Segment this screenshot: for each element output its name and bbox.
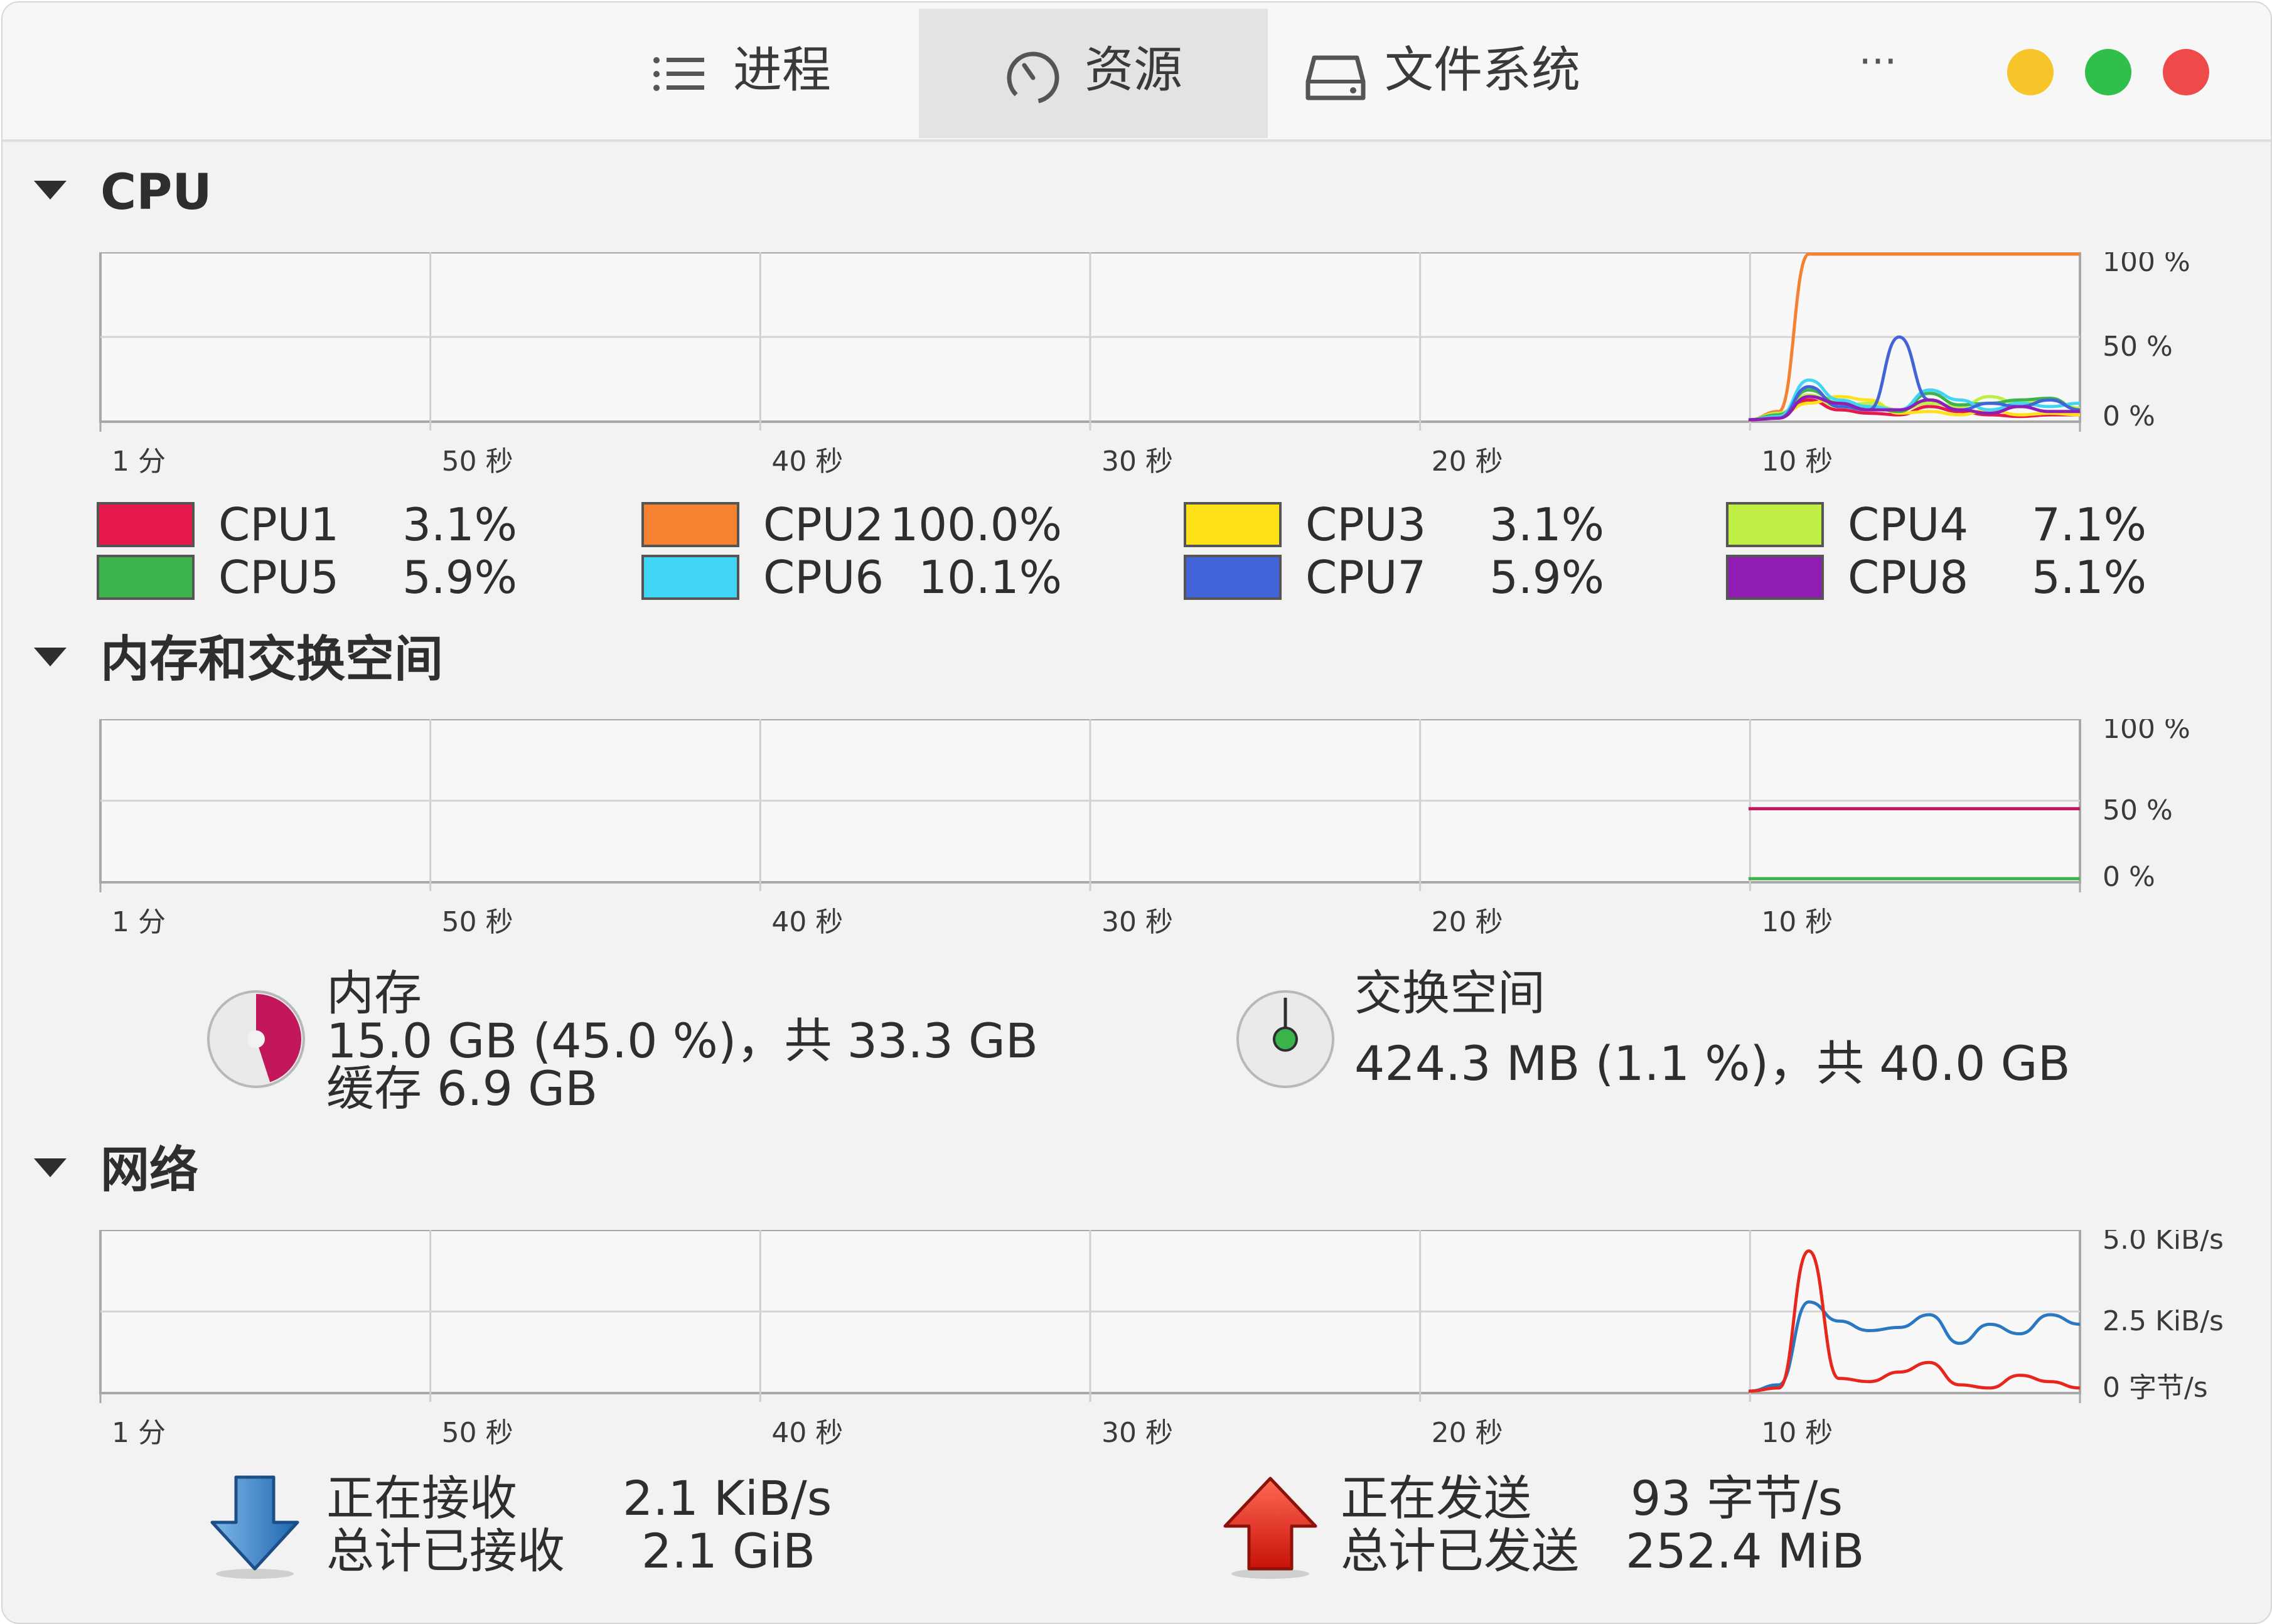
list-icon — [653, 57, 704, 91]
system-monitor-window: 进程 资源 文件系统 ··· CPU 1 分 50 秒 40 秒 30 秒 20 秒 10… — [1, 1, 2272, 1624]
memory-section-title: 内存和交换空间 — [100, 631, 444, 688]
tab-file-systems[interactable]: 文件系统 — [1268, 9, 1657, 138]
minimize-button[interactable] — [2007, 49, 2054, 95]
x-tick-label: 1 分 — [112, 446, 166, 478]
cpu-legend-value: 7.1% — [2032, 498, 2146, 551]
y-tick-label: 0 % — [2103, 861, 2155, 893]
x-tick-label: 10 秒 — [1761, 446, 1833, 478]
more-menu-button[interactable]: ··· — [1853, 28, 1903, 103]
swap-usage-dot — [1273, 1027, 1298, 1052]
receiving-value: 2.1 KiB/s — [623, 1470, 832, 1526]
sending-value: 93 字节/s — [1631, 1470, 1843, 1526]
maximize-button[interactable] — [2085, 49, 2131, 95]
chart-svg: 1 分 50 秒 40 秒 30 秒 20 秒 10 秒 5.0 KiB/s 2.5 KiB/… — [99, 1230, 2224, 1449]
upload-arrow-icon — [1223, 1477, 1317, 1579]
cpu-color-swatch[interactable] — [641, 555, 739, 600]
cpu-legend-value: 5.9% — [402, 551, 517, 604]
x-tick-label: 30 秒 — [1101, 906, 1173, 938]
x-tick-label: 50 秒 — [442, 1417, 513, 1449]
y-tick-label: 100 % — [2103, 719, 2190, 745]
chart-svg: 1 分 50 秒 40 秒 30 秒 20 秒 10 秒 100 % 50 % 0 % — [99, 719, 2190, 938]
sending-label: 正在发送 — [1341, 1470, 1531, 1526]
tab-processes-label: 进程 — [733, 42, 832, 99]
cpu-legend-value: 10.1% — [918, 551, 1062, 604]
receiving-label: 正在接收 — [326, 1470, 517, 1526]
tab-file-systems-label: 文件系统 — [1385, 42, 1581, 99]
network-section-title: 网络 — [100, 1142, 199, 1199]
memory-pie-icon — [207, 990, 305, 1088]
x-tick-label: 50 秒 — [442, 446, 513, 478]
x-tick-label: 40 秒 — [771, 446, 843, 478]
total-received-value: 2.1 GiB — [641, 1523, 816, 1579]
y-tick-label: 5.0 KiB/s — [2103, 1230, 2224, 1256]
cpu-legend-value: 3.1% — [1489, 498, 1604, 551]
cpu-legend-value: 3.1% — [402, 498, 517, 551]
y-tick-label: 2.5 KiB/s — [2103, 1305, 2224, 1337]
collapse-triangle-icon — [34, 181, 67, 200]
total-sent-value: 252.4 MiB — [1626, 1523, 1865, 1579]
cpu-color-swatch[interactable] — [97, 502, 195, 547]
swap-label: 交换空间 — [1354, 965, 1545, 1021]
gauge-icon — [1007, 51, 1059, 104]
x-tick-label: 20 秒 — [1432, 906, 1503, 938]
tab-resources-label: 资源 — [1085, 42, 1183, 99]
y-tick-label: 50 % — [2103, 794, 2173, 826]
memory-usage-text: 15.0 GB (45.0 %)，共 33.3 GB — [326, 1013, 1039, 1069]
x-tick-label: 1 分 — [112, 906, 166, 938]
cpu-legend-value: 5.1% — [2032, 551, 2146, 604]
x-tick-label: 40 秒 — [771, 906, 843, 938]
chart-svg: 1 分 50 秒 40 秒 30 秒 20 秒 10 秒 100 % 50 % 0 % — [99, 252, 2190, 478]
cpu-color-swatch[interactable] — [641, 502, 739, 547]
x-tick-label: 20 秒 — [1432, 1417, 1503, 1449]
swap-usage-text: 424.3 MB (1.1 %)，共 40.0 GB — [1354, 1035, 2071, 1091]
x-tick-label: 20 秒 — [1432, 446, 1503, 478]
y-tick-label: 100 % — [2103, 252, 2190, 278]
x-tick-label: 40 秒 — [771, 1417, 843, 1449]
tab-resources[interactable]: 资源 — [919, 9, 1268, 138]
total-sent-label: 总计已发送 — [1341, 1523, 1579, 1579]
memory-cache-text: 缓存 6.9 GB — [326, 1060, 598, 1116]
cpu-legend-value: 5.9% — [1489, 551, 1604, 604]
cpu-color-swatch[interactable] — [1184, 555, 1282, 600]
x-tick-label: 10 秒 — [1761, 1417, 1833, 1449]
y-tick-label: 50 % — [2103, 331, 2173, 363]
download-arrow-icon — [210, 1475, 299, 1579]
memory-label: 内存 — [326, 965, 422, 1021]
cpu-color-swatch[interactable] — [1726, 502, 1824, 547]
cpu-color-swatch[interactable] — [97, 555, 195, 600]
x-tick-label: 50 秒 — [442, 906, 513, 938]
collapse-triangle-icon — [34, 1158, 67, 1177]
total-received-label: 总计已接收 — [326, 1523, 565, 1579]
cpu-color-swatch[interactable] — [1184, 502, 1282, 547]
swap-pie-icon — [1236, 990, 1334, 1088]
close-button[interactable] — [2163, 49, 2209, 95]
header-bar: 进程 资源 文件系统 ··· — [3, 3, 2271, 142]
x-tick-label: 10 秒 — [1761, 906, 1833, 938]
cpu-legend-value: 100.0% — [889, 498, 1062, 551]
drive-icon — [1305, 55, 1366, 100]
cpu-color-swatch[interactable] — [1726, 555, 1824, 600]
x-tick-label: 30 秒 — [1101, 1417, 1173, 1449]
y-tick-label: 0 字节/s — [2103, 1372, 2208, 1404]
collapse-triangle-icon — [34, 648, 67, 666]
tab-processes[interactable]: 进程 — [618, 9, 919, 138]
x-tick-label: 30 秒 — [1101, 446, 1173, 478]
cpu-section-title: CPU — [100, 164, 212, 221]
x-tick-label: 1 分 — [112, 1417, 166, 1449]
y-tick-label: 0 % — [2103, 400, 2155, 432]
